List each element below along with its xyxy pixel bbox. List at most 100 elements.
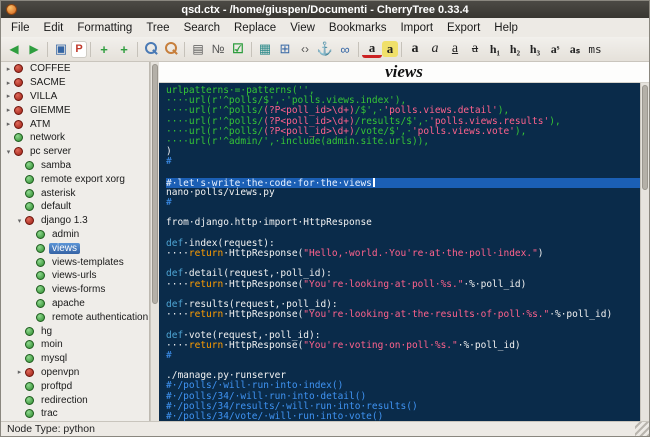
tree-node-hg[interactable]: hg [1, 324, 149, 338]
tree-node-admin[interactable]: admin [1, 228, 149, 242]
expander-closed-icon[interactable]: ▸ [4, 120, 13, 128]
tree-node-mysql[interactable]: mysql [1, 352, 149, 366]
monospace-icon[interactable]: ms [585, 39, 605, 59]
tree-node-villa[interactable]: ▸ VILLA [1, 90, 149, 104]
strikethrough-icon[interactable]: a [465, 39, 485, 59]
tree-node-asterisk[interactable]: asterisk [1, 186, 149, 200]
code-line[interactable]: ····return·HttpResponse("Hello,·world.·Y… [166, 248, 640, 259]
insert-image-icon[interactable]: ▦ [255, 39, 275, 59]
search-icon[interactable] [141, 39, 161, 59]
tree-node-label: GIEMME [30, 104, 71, 116]
tree-node-moin[interactable]: moin [1, 338, 149, 352]
subscript-icon[interactable]: aₛ [565, 39, 585, 59]
tree-node-views-forms[interactable]: views-forms [1, 283, 149, 297]
todo-list-icon[interactable]: ☑ [228, 39, 248, 59]
go-back-icon[interactable]: ◀ [4, 39, 24, 59]
code-line[interactable]: ) [166, 147, 640, 157]
save-icon[interactable]: ▣ [51, 39, 71, 59]
code-line[interactable]: ····return·HttpResponse("You're·looking·… [166, 278, 640, 290]
text-color-icon[interactable]: a [362, 40, 382, 58]
tree-node-django-1-3[interactable]: ▾ django 1.3 [1, 214, 149, 228]
superscript-icon[interactable]: aˢ [545, 39, 565, 59]
insert-table-icon[interactable]: ⊞ [275, 39, 295, 59]
insert-link-icon[interactable]: ∞ [335, 39, 355, 59]
menu-search[interactable]: Search [177, 20, 227, 36]
h2-icon[interactable]: h₂ [505, 39, 525, 59]
menu-bookmarks[interactable]: Bookmarks [322, 20, 394, 36]
add-subnode-icon[interactable]: + [114, 39, 134, 59]
node-green-cherry-icon [25, 188, 34, 198]
code-area[interactable]: urlpatterns·=·patterns('', ····url(r'^pol… [159, 83, 640, 421]
editor-scrollbar[interactable] [640, 83, 649, 421]
tree-node-coffee[interactable]: ▸ COFFEE [1, 62, 149, 76]
add-node-icon[interactable]: + [94, 39, 114, 59]
tree-node-openvpn[interactable]: ▸ openvpn [1, 366, 149, 380]
tree-node-pc-server[interactable]: ▾ pc server [1, 145, 149, 159]
code-line[interactable] [166, 168, 640, 178]
tree-node-giemme[interactable]: ▸ GIEMME [1, 103, 149, 117]
expander-closed-icon[interactable]: ▸ [4, 106, 13, 114]
tree-node-redirection[interactable]: redirection [1, 393, 149, 407]
tree-node-views-urls[interactable]: views-urls [1, 269, 149, 283]
export-pdf-icon[interactable]: P [71, 40, 87, 58]
code-line[interactable]: # [166, 197, 640, 208]
main-area: ▸ COFFEE ▸ SACME ▸ VILLA ▸ GIEMME ▸ ATM network ▾ pc… [1, 62, 649, 421]
tree-node-trac[interactable]: trac [1, 407, 149, 421]
tree-node-atm[interactable]: ▸ ATM [1, 117, 149, 131]
code-line[interactable]: #·/polls/34/vote/·will·run·into·vote() [166, 411, 640, 421]
menu-edit[interactable]: Edit [37, 20, 71, 36]
tree-node-sacme[interactable]: ▸ SACME [1, 76, 149, 90]
bullet-list-icon[interactable]: ▤ [188, 39, 208, 59]
go-forward-icon[interactable]: ▶ [24, 39, 44, 59]
tree-node-samba[interactable]: samba [1, 159, 149, 173]
tree-node-remote-authentication[interactable]: remote authentication [1, 310, 149, 324]
expander-open-icon[interactable]: ▾ [15, 217, 24, 225]
menu-import[interactable]: Import [393, 20, 440, 36]
insert-anchor-icon[interactable]: ⚓ [315, 39, 335, 59]
code-line[interactable]: # [166, 350, 640, 361]
tree-node-label: COFFEE [30, 63, 71, 75]
code-line[interactable]: ····return·HttpResponse("You're·looking·… [166, 310, 640, 320]
menu-formatting[interactable]: Formatting [70, 20, 139, 36]
node-green-cherry-icon [36, 312, 45, 322]
tree-scrollbar-thumb[interactable] [152, 64, 158, 304]
menu-replace[interactable]: Replace [227, 20, 283, 36]
menu-view[interactable]: View [283, 20, 322, 36]
italic-icon[interactable]: a [425, 39, 445, 59]
background-color-icon[interactable]: a [382, 41, 398, 57]
tree-node-views[interactable]: views [1, 241, 149, 255]
code-line[interactable]: ····url(r'^admin/',·include(admin.site.u… [166, 136, 640, 147]
code-line[interactable]: nano·polls/views.py [166, 187, 640, 198]
expander-closed-icon[interactable]: ▸ [4, 65, 13, 73]
node-red-cherry-icon [25, 367, 34, 377]
underline-icon[interactable]: a [445, 39, 465, 59]
resize-grip[interactable] [635, 422, 649, 436]
code-segment: ·HttpResponse( [223, 278, 304, 290]
insert-codebox-icon[interactable]: ‹› [295, 39, 315, 59]
tree-node-views-templates[interactable]: views-templates [1, 255, 149, 269]
h3-icon[interactable]: h₃ [525, 39, 545, 59]
window-close-button[interactable] [6, 4, 17, 15]
find-replace-icon[interactable] [161, 39, 181, 59]
expander-open-icon[interactable]: ▾ [4, 148, 13, 156]
expander-closed-icon[interactable]: ▸ [4, 92, 13, 100]
expander-closed-icon[interactable]: ▸ [4, 79, 13, 87]
menu-file[interactable]: File [4, 20, 37, 36]
numbered-list-icon[interactable]: № [208, 39, 228, 59]
bold-icon[interactable]: a [405, 39, 425, 59]
tree-node-apache[interactable]: apache [1, 297, 149, 311]
menu-export[interactable]: Export [440, 20, 487, 36]
tree-scrollbar[interactable] [150, 62, 159, 421]
tree-node-remote-export-xorg[interactable]: remote export xorg [1, 172, 149, 186]
tree-node-default[interactable]: default [1, 200, 149, 214]
code-line[interactable]: ····return·HttpResponse("You're·voting·o… [166, 340, 640, 351]
expander-closed-icon[interactable]: ▸ [15, 368, 24, 376]
h1-icon[interactable]: h₁ [485, 39, 505, 59]
code-line[interactable]: from·django.http·import·HttpResponse [166, 218, 640, 228]
menu-tree[interactable]: Tree [139, 20, 176, 36]
code-line[interactable]: # [166, 157, 640, 167]
editor-scrollbar-thumb[interactable] [642, 85, 648, 190]
tree-node-network[interactable]: network [1, 131, 149, 145]
tree-node-proftpd[interactable]: proftpd [1, 379, 149, 393]
menu-help[interactable]: Help [487, 20, 525, 36]
